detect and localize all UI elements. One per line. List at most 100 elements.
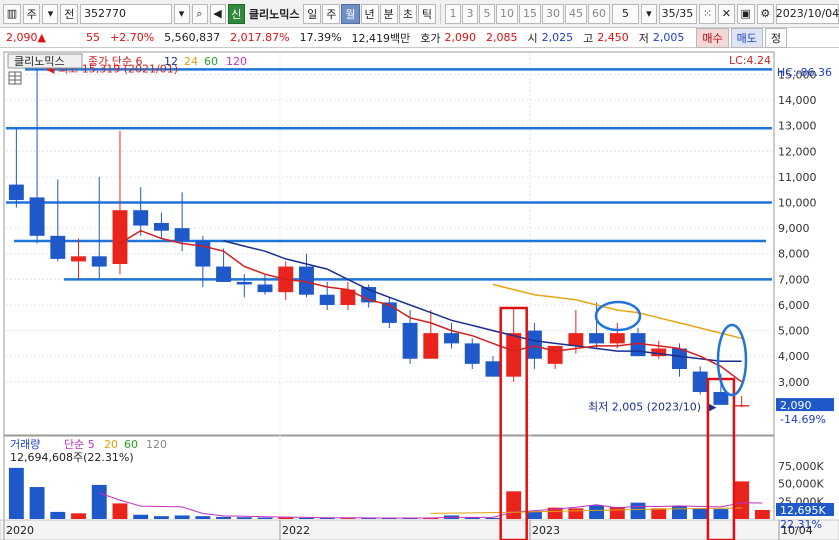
high-label: 고 — [583, 31, 594, 45]
code-dropdown-icon[interactable]: ▾ — [173, 3, 190, 24]
sell-button[interactable]: 매도 — [730, 27, 763, 48]
candle-body[interactable] — [153, 223, 169, 231]
volume-bar[interactable] — [278, 517, 294, 519]
cross-icon[interactable]: ✕ — [718, 3, 735, 24]
volume-bar[interactable] — [589, 505, 605, 519]
chart-title: 클리노믹스 — [14, 55, 65, 68]
volume-bar[interactable] — [174, 515, 190, 519]
price-chart[interactable]: 3,000 4,000 5,000 6,000 7,000 8,000 9,000 10,00… — [0, 48, 839, 540]
buy-button[interactable]: 매수 — [696, 27, 729, 48]
interval-button-5[interactable]: 5 — [478, 3, 495, 24]
interval-button-1[interactable]: 1 — [444, 3, 461, 24]
candle-body[interactable] — [692, 371, 708, 393]
volume-bar[interactable] — [568, 508, 584, 519]
volume-bar[interactable] — [257, 517, 273, 519]
legend-ma12: 12 — [164, 55, 178, 68]
candle-body[interactable] — [91, 256, 107, 267]
volume-bar[interactable] — [112, 503, 128, 519]
interval-button-10[interactable]: 10 — [495, 3, 518, 24]
candle-body[interactable] — [216, 266, 232, 282]
volume-bar[interactable] — [216, 516, 232, 519]
market-select[interactable]: 주 — [22, 3, 41, 24]
volume-bar[interactable] — [734, 481, 750, 519]
candle-body[interactable] — [402, 322, 418, 359]
legend-ma24: 24 — [184, 55, 198, 68]
period-tab-1[interactable]: 주 — [322, 3, 341, 24]
volume-bar[interactable] — [195, 516, 211, 519]
period-tab-5[interactable]: 초 — [398, 3, 417, 24]
volume-bar[interactable] — [50, 511, 66, 519]
volume-bar[interactable] — [754, 509, 770, 519]
volume-summary: 12,694,608주(22.31%) — [10, 451, 134, 464]
window-icon[interactable]: ▥ — [3, 3, 21, 24]
volume-bar[interactable] — [692, 508, 708, 519]
period-tab-4[interactable]: 분 — [379, 3, 398, 24]
candle-body[interactable] — [257, 284, 273, 293]
interval-button-45[interactable]: 45 — [564, 3, 587, 24]
candle-body[interactable] — [568, 333, 584, 346]
date-input[interactable]: 2023/10/04 — [776, 3, 839, 24]
search-icon[interactable]: ⌕ — [191, 3, 208, 24]
period-tab-6[interactable]: 틱 — [417, 3, 437, 24]
candle-body[interactable] — [112, 210, 128, 264]
y-tick-label: 5,000 — [778, 325, 810, 338]
speaker-icon[interactable]: ◀ — [209, 3, 226, 24]
volume-bar[interactable] — [299, 517, 314, 519]
interval-button-30[interactable]: 30 — [541, 3, 564, 24]
stock-code-input[interactable]: 352770 — [80, 3, 172, 24]
open-price: 2,025 — [541, 31, 574, 44]
volume-tick-label: 50,000K — [778, 478, 824, 491]
candle-body[interactable] — [8, 184, 24, 200]
candle-body[interactable] — [29, 197, 45, 236]
volume-bar[interactable] — [672, 506, 687, 519]
candle-body[interactable] — [609, 333, 625, 344]
candle-body[interactable] — [133, 210, 149, 226]
candle-body[interactable] — [319, 294, 335, 305]
candle-body[interactable] — [444, 333, 459, 344]
volume-bar[interactable] — [630, 502, 646, 519]
candle-body[interactable] — [734, 405, 750, 407]
period-tab-0[interactable]: 일 — [303, 3, 322, 24]
volume-bar[interactable] — [506, 491, 522, 519]
candle-body[interactable] — [526, 330, 542, 359]
volume-bar[interactable] — [713, 509, 729, 519]
toolbar-separator — [440, 3, 441, 24]
scope-button[interactable]: 전 — [60, 3, 79, 24]
period-tab-2[interactable]: 월 — [341, 3, 360, 24]
volume-bar[interactable] — [153, 516, 169, 519]
candle-body[interactable] — [236, 281, 252, 285]
candle-body[interactable] — [547, 345, 563, 364]
interval-button-3[interactable]: 3 — [461, 3, 478, 24]
candle-body[interactable] — [71, 256, 86, 262]
candle-body[interactable] — [589, 333, 605, 344]
x-tick-label: 2020 — [6, 524, 34, 537]
chart-background — [0, 48, 839, 540]
candle-body[interactable] — [423, 333, 439, 359]
volume-bar[interactable] — [8, 467, 24, 519]
candle-body[interactable] — [485, 361, 501, 377]
settings-icon[interactable]: ⚙ — [756, 3, 774, 24]
interval-button-15[interactable]: 15 — [518, 3, 541, 24]
candle-body[interactable] — [174, 228, 190, 241]
candle-body[interactable] — [464, 343, 480, 364]
candle-body[interactable] — [672, 348, 687, 369]
volume-bar[interactable] — [485, 517, 501, 519]
period-tab-3[interactable]: 년 — [360, 3, 379, 24]
interval-button-60[interactable]: 60 — [587, 3, 610, 24]
volume-bar[interactable] — [609, 506, 625, 519]
volume-bar[interactable] — [71, 513, 86, 519]
candle-body[interactable] — [50, 235, 66, 259]
vol-legend-ma60: 60 — [124, 438, 138, 451]
interval-select[interactable]: 5 — [611, 3, 639, 24]
volume-bar[interactable] — [133, 514, 149, 519]
save-icon[interactable]: ▣ — [736, 3, 755, 24]
interval-dropdown-icon[interactable]: ▾ — [640, 3, 657, 24]
volume-bar[interactable] — [651, 508, 667, 519]
volume-bar[interactable] — [29, 487, 45, 519]
candle-body[interactable] — [506, 333, 522, 377]
volume-bar[interactable] — [236, 517, 252, 519]
misc-button[interactable]: 정 — [764, 27, 788, 48]
volume-bar[interactable] — [91, 484, 107, 519]
market-dropdown-icon[interactable]: ▾ — [42, 3, 59, 24]
grid-icon[interactable]: ⁙ — [699, 3, 717, 24]
